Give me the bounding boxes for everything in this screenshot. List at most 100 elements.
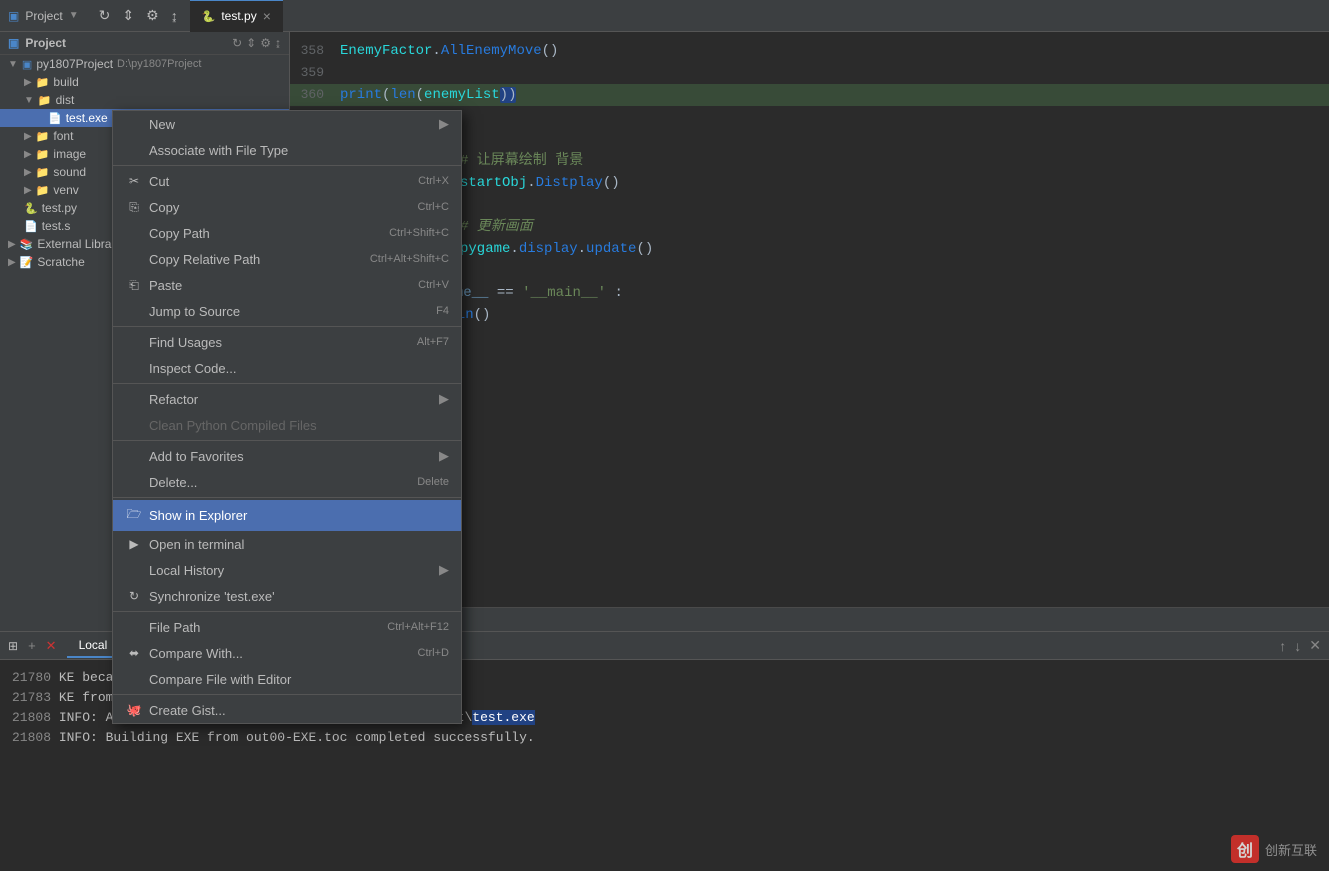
layout-icon[interactable]: ↨ bbox=[167, 6, 182, 26]
terminal-add-btn[interactable]: + bbox=[28, 638, 36, 653]
menu-item-file-path[interactable]: File Path Ctrl+Alt+F12 bbox=[113, 614, 461, 640]
tree-arrow-external: ▶ bbox=[8, 239, 16, 250]
menu-label-explorer: Show in Explorer bbox=[149, 508, 449, 523]
menu-label-associate: Associate with File Type bbox=[149, 143, 449, 158]
menu-icon-copy: ⎘ bbox=[125, 200, 143, 215]
menu-item-add-favorites[interactable]: Add to Favorites ▶ bbox=[113, 443, 461, 469]
folder-icon-image: 📁 bbox=[36, 148, 50, 161]
tree-arrow-project: ▼ bbox=[8, 59, 18, 70]
menu-shortcut-compare: Ctrl+D bbox=[418, 647, 449, 659]
menu-label-copy: Copy bbox=[149, 200, 398, 215]
menu-item-copy[interactable]: ⎘ Copy Ctrl+C bbox=[113, 194, 461, 220]
menu-item-new[interactable]: New ▶ bbox=[113, 111, 461, 137]
menu-item-associate[interactable]: Associate with File Type bbox=[113, 137, 461, 163]
menu-label-gist: Create Gist... bbox=[149, 703, 449, 718]
folder-icon-build: 📁 bbox=[36, 76, 50, 89]
file-icon-testexe: 📄 bbox=[48, 112, 62, 125]
terminal-close-panel-icon[interactable]: ✕ bbox=[1309, 637, 1321, 654]
tree-arrow-build: ▶ bbox=[24, 77, 32, 88]
menu-sep-6 bbox=[113, 611, 461, 612]
menu-label-clean: Clean Python Compiled Files bbox=[149, 418, 449, 433]
py-file-icon: 🐍 bbox=[202, 10, 216, 23]
project-label[interactable]: Project bbox=[25, 9, 62, 23]
terminal-up-icon[interactable]: ↑ bbox=[1279, 638, 1286, 654]
menu-item-open-terminal[interactable]: ▶ Open in terminal bbox=[113, 531, 461, 557]
terminal-icon: ⊞ bbox=[8, 639, 18, 653]
menu-shortcut-find: Alt+F7 bbox=[417, 336, 449, 348]
menu-item-show-explorer[interactable]: 🗁 Show in Explorer bbox=[113, 500, 461, 531]
menu-shortcut-delete: Delete bbox=[417, 476, 449, 488]
menu-shortcut-copy-relative: Ctrl+Alt+Shift+C bbox=[370, 253, 449, 265]
project-icon: ▣ bbox=[8, 9, 19, 23]
menu-shortcut-copy: Ctrl+C bbox=[418, 201, 449, 213]
menu-item-clean[interactable]: Clean Python Compiled Files bbox=[113, 412, 461, 438]
menu-item-compare-with[interactable]: ⬌ Compare With... Ctrl+D bbox=[113, 640, 461, 666]
tree-arrow-dist: ▼ bbox=[24, 95, 34, 106]
menu-label-compare-editor: Compare File with Editor bbox=[149, 672, 449, 687]
sidebar-gear-icon[interactable]: ⚙ bbox=[260, 36, 271, 50]
menu-sep-5 bbox=[113, 497, 461, 498]
terminal-close-btn[interactable]: ✕ bbox=[46, 638, 57, 654]
menu-item-cut[interactable]: ✂ Cut Ctrl+X bbox=[113, 168, 461, 194]
code-line-358: 358 EnemyFactor.AllEnemyMove() bbox=[290, 40, 1329, 62]
menu-item-copy-path[interactable]: Copy Path Ctrl+Shift+C bbox=[113, 220, 461, 246]
folder-icon-dist: 📁 bbox=[38, 94, 52, 107]
tree-item-project[interactable]: ▼ ▣ py1807Project D:\py1807Project bbox=[0, 55, 289, 73]
menu-label-refactor: Refactor bbox=[149, 392, 431, 407]
menu-shortcut-filepath: Ctrl+Alt+F12 bbox=[387, 621, 449, 633]
sidebar-sync-icon[interactable]: ↻ bbox=[232, 36, 242, 50]
menu-label-copy-relative: Copy Relative Path bbox=[149, 252, 350, 267]
tree-item-dist[interactable]: ▼ 📁 dist bbox=[0, 91, 289, 109]
tree-arrow-image: ▶ bbox=[24, 149, 32, 160]
external-icon: 📚 bbox=[20, 238, 34, 251]
sidebar-collapse-icon[interactable]: ⇕ bbox=[246, 36, 256, 50]
menu-label-paste: Paste bbox=[149, 278, 398, 293]
menu-icon-terminal: ▶ bbox=[125, 537, 143, 551]
terminal-action-icons: ↑ ↓ ✕ bbox=[1279, 637, 1321, 654]
menu-item-inspect[interactable]: Inspect Code... bbox=[113, 355, 461, 381]
tree-arrow-scratch: ▶ bbox=[8, 257, 16, 268]
code-line-360: 360 print(len(enemyList)) bbox=[290, 84, 1329, 106]
menu-icon-explorer: 🗁 bbox=[125, 505, 143, 526]
tree-arrow-sound: ▶ bbox=[24, 167, 32, 178]
menu-shortcut-cut: Ctrl+X bbox=[418, 175, 449, 187]
project-tree-icon: ▣ bbox=[8, 36, 19, 50]
menu-arrow-history: ▶ bbox=[439, 562, 449, 578]
tab-close-btn[interactable]: × bbox=[263, 8, 271, 24]
menu-item-local-history[interactable]: Local History ▶ bbox=[113, 557, 461, 583]
tree-item-build[interactable]: ▶ 📁 build bbox=[0, 73, 289, 91]
terminal-down-icon[interactable]: ↓ bbox=[1294, 638, 1301, 654]
menu-item-find-usages[interactable]: Find Usages Alt+F7 bbox=[113, 329, 461, 355]
menu-item-delete[interactable]: Delete... Delete bbox=[113, 469, 461, 495]
file-tab-active[interactable]: 🐍 test.py × bbox=[190, 0, 283, 32]
menu-icon-compare: ⬌ bbox=[125, 646, 143, 660]
menu-arrow-refactor: ▶ bbox=[439, 391, 449, 407]
sidebar-layout-icon[interactable]: ↨ bbox=[275, 36, 281, 50]
scratch-icon: 📝 bbox=[20, 256, 34, 269]
menu-item-paste[interactable]: ⎗ Paste Ctrl+V bbox=[113, 272, 461, 298]
menu-label-history: Local History bbox=[149, 563, 431, 578]
menu-item-jump-source[interactable]: Jump to Source F4 bbox=[113, 298, 461, 324]
project-dropdown-icon[interactable]: ▼ bbox=[69, 10, 79, 21]
settings-icon[interactable]: ⚙ bbox=[142, 5, 163, 26]
sync-icon[interactable]: ↻ bbox=[95, 5, 115, 26]
menu-sep-7 bbox=[113, 694, 461, 695]
menu-item-create-gist[interactable]: 🐙 Create Gist... bbox=[113, 697, 461, 723]
menu-item-refactor[interactable]: Refactor ▶ bbox=[113, 386, 461, 412]
folder-icon-venv: 📁 bbox=[36, 184, 50, 197]
menu-item-synchronize[interactable]: ↻ Synchronize 'test.exe' bbox=[113, 583, 461, 609]
menu-item-compare-editor[interactable]: Compare File with Editor bbox=[113, 666, 461, 692]
menu-icon-gist: 🐙 bbox=[125, 703, 143, 717]
tree-arrow-font: ▶ bbox=[24, 131, 32, 142]
menu-item-copy-relative[interactable]: Copy Relative Path Ctrl+Alt+Shift+C bbox=[113, 246, 461, 272]
project-section: ▣ Project ▼ bbox=[0, 9, 87, 23]
menu-label-filepath: File Path bbox=[149, 620, 367, 635]
top-toolbar: ▣ Project ▼ ↻ ⇕ ⚙ ↨ 🐍 test.py × bbox=[0, 0, 1329, 32]
code-line-359: 359 bbox=[290, 62, 1329, 84]
menu-icon-paste: ⎗ bbox=[125, 278, 143, 293]
menu-label-favorites: Add to Favorites bbox=[149, 449, 431, 464]
project-folder-icon: ▣ bbox=[22, 58, 32, 71]
collapse-icon[interactable]: ⇕ bbox=[118, 5, 138, 26]
menu-label-jump: Jump to Source bbox=[149, 304, 416, 319]
menu-arrow-favorites: ▶ bbox=[439, 448, 449, 464]
